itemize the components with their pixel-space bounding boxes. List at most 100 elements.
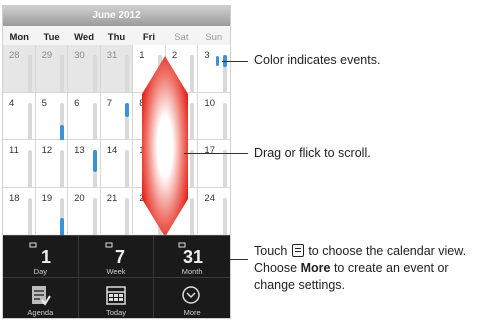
day-number: 18 <box>9 192 20 204</box>
day-number: 31 <box>106 50 118 61</box>
week-label: Week <box>106 266 126 276</box>
event-bar <box>125 102 130 143</box>
event-marker <box>125 102 130 117</box>
more-label: More <box>183 308 201 317</box>
agenda-view-button[interactable]: Agenda <box>3 277 79 318</box>
scroll-drag-indicator[interactable] <box>140 54 190 239</box>
menu-callout-bold: More <box>300 261 331 275</box>
day-cell[interactable]: 4 <box>3 92 35 143</box>
day-number: 28 <box>9 50 20 61</box>
event-bar <box>27 150 32 190</box>
month-label: Month <box>181 266 203 276</box>
more-icon <box>182 285 201 304</box>
day-label: Day <box>33 266 47 276</box>
day-cell[interactable]: 18 <box>3 187 35 238</box>
month-grid[interactable]: 2829303112345678910111213141516171819202… <box>3 45 230 238</box>
day-cell[interactable]: 31 <box>100 45 133 95</box>
today-icon <box>105 285 126 305</box>
day-number: 7 <box>106 97 112 109</box>
event-bar <box>222 150 227 190</box>
day-cell[interactable]: 10 <box>198 92 230 143</box>
events-callout: Color indicates events. <box>254 53 381 67</box>
month-icon-glyph: 31 <box>183 247 203 265</box>
event-indicator-highlight <box>216 56 219 66</box>
day-cell[interactable]: 11 <box>3 140 35 190</box>
month-calendar-icon: 31 <box>178 242 203 265</box>
day-cell[interactable]: 24 <box>198 187 230 238</box>
day-number: 14 <box>106 145 118 156</box>
day-cell[interactable]: 3 <box>198 45 230 95</box>
day-cell[interactable]: 14 <box>100 140 133 190</box>
scroll-callout: Drag or flick to scroll. <box>254 146 371 160</box>
day-number: 5 <box>41 97 47 109</box>
day-cell[interactable]: 21 <box>100 187 133 238</box>
menu-key-icon <box>291 244 304 257</box>
event-bar <box>27 55 32 95</box>
day-number: 21 <box>106 192 118 204</box>
day-cell[interactable]: 20 <box>68 187 100 238</box>
day-number: 12 <box>41 145 53 156</box>
event-bar <box>92 197 97 238</box>
event-bar <box>60 150 65 190</box>
event-bar <box>125 55 130 95</box>
event-bar <box>60 55 65 95</box>
event-bar <box>190 150 195 190</box>
today-button[interactable]: Today <box>79 277 155 318</box>
day-cell[interactable]: 7 <box>100 92 133 143</box>
month-view-button[interactable]: 31 Month <box>154 236 230 278</box>
event-bar <box>190 55 195 95</box>
day-icon-glyph: 1 <box>41 247 51 265</box>
event-bar <box>222 102 227 143</box>
day-cell[interactable]: 29 <box>35 45 68 95</box>
agenda-label: Agenda <box>27 308 54 317</box>
more-button[interactable]: More <box>154 278 230 319</box>
event-marker <box>92 150 97 172</box>
day-cell[interactable]: 13 <box>68 140 100 190</box>
day-cell[interactable]: 28 <box>3 45 35 95</box>
day-number: 24 <box>204 192 215 204</box>
calendar-screen: June 2012 Mon Tue Wed Thu Fri Sat Sun 28… <box>3 6 230 318</box>
event-bar <box>125 150 130 190</box>
weekday-header: Mon Tue Wed Thu Fri Sat Sun <box>3 26 230 45</box>
scroll-callout-line <box>184 153 248 154</box>
agenda-icon <box>32 285 51 306</box>
day-number: 3 <box>204 50 210 61</box>
event-bar <box>60 102 65 143</box>
day-number: 4 <box>9 97 15 109</box>
event-bar <box>27 197 32 238</box>
day-number: 29 <box>41 50 53 61</box>
day-cell[interactable]: 30 <box>68 45 100 95</box>
event-bar <box>27 102 32 143</box>
today-label: Today <box>105 308 126 317</box>
event-bar <box>92 150 97 190</box>
week-icon-glyph: 7 <box>115 247 125 265</box>
menu-callout-line <box>229 259 248 260</box>
day-cell[interactable]: 12 <box>35 140 68 190</box>
month-title: June 2012 <box>3 6 230 26</box>
event-bar <box>190 197 195 238</box>
events-callout-line <box>222 61 248 62</box>
event-bar <box>222 197 227 238</box>
day-number: 11 <box>9 145 19 156</box>
day-number: 20 <box>74 192 85 204</box>
event-bar <box>190 102 195 143</box>
menu-callout: Touch to choose the calendar view. Choos… <box>254 243 480 294</box>
day-cell[interactable]: 17 <box>198 140 230 190</box>
event-bar <box>60 197 65 238</box>
day-number: 6 <box>74 97 80 109</box>
day-calendar-icon: 1 <box>29 242 51 265</box>
event-bar <box>125 197 130 238</box>
day-cell[interactable]: 6 <box>68 92 100 143</box>
week-view-button[interactable]: 7 Week <box>78 236 155 278</box>
event-bar <box>92 55 97 95</box>
day-view-button[interactable]: 1 Day <box>3 236 79 278</box>
day-number: 19 <box>41 192 53 204</box>
day-number: 17 <box>204 145 215 156</box>
event-bar <box>92 102 97 143</box>
menu-callout-pre: Touch <box>254 244 288 258</box>
day-number: 10 <box>204 97 215 109</box>
day-number: 13 <box>74 145 85 156</box>
calendar-view-menu: 1 Day 7 Week 31 Month Agenda Today More <box>3 235 230 318</box>
day-cell[interactable]: 5 <box>35 92 68 143</box>
day-cell[interactable]: 19 <box>35 187 68 238</box>
